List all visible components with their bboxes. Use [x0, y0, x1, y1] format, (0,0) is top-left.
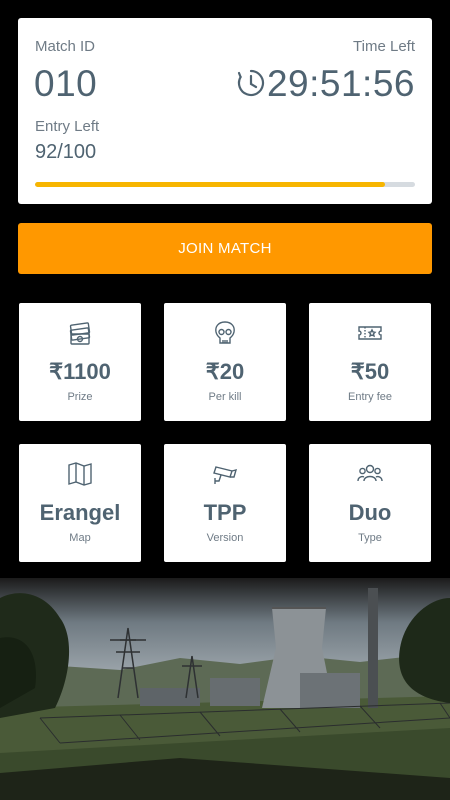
- money-stack-icon: [19, 320, 141, 346]
- entry-fee-tile: ₹50 Entry fee: [309, 303, 431, 421]
- prize-tile: ₹1100 Prize: [19, 303, 141, 421]
- entry-fee-value: ₹50: [350, 359, 390, 384]
- time-left-value: 29:51:56: [266, 63, 415, 104]
- prize-caption: Prize: [67, 391, 93, 403]
- skull-icon: [164, 320, 286, 346]
- entry-progress-bar: [35, 182, 415, 187]
- entry-fee-caption: Entry fee: [347, 391, 393, 403]
- per-kill-tile: ₹20 Per kill: [164, 303, 286, 421]
- ticket-icon: [309, 320, 431, 346]
- entry-progress-fill: [35, 182, 385, 187]
- type-caption: Type: [358, 532, 382, 544]
- entry-left-label: Entry Left: [35, 118, 100, 135]
- camera-icon: [164, 461, 286, 487]
- type-value: Duo: [348, 500, 392, 525]
- entry-left-value: 92/100: [35, 141, 97, 163]
- type-tile: Duo Type: [309, 444, 431, 562]
- prize-value: ₹1100: [49, 359, 111, 384]
- time-left-label: Time Left: [353, 38, 415, 55]
- clock-icon: [236, 68, 266, 98]
- map-icon: [19, 461, 141, 487]
- version-caption: Version: [206, 532, 244, 544]
- group-icon: [309, 461, 431, 487]
- version-value: TPP: [203, 500, 247, 525]
- match-id-label: Match ID: [35, 38, 96, 55]
- per-kill-value: ₹20: [205, 359, 245, 384]
- map-caption: Map: [69, 532, 91, 544]
- map-scene-image: [0, 578, 450, 800]
- match-info-card: Match ID 010 Time Left 29:51:56 Entry Le…: [18, 18, 432, 204]
- map-value: Erangel: [39, 500, 121, 525]
- map-tile: Erangel Map: [19, 444, 141, 562]
- per-kill-caption: Per kill: [208, 391, 242, 403]
- match-id-value: 010: [34, 63, 98, 104]
- join-match-button[interactable]: JOIN MATCH: [18, 223, 432, 274]
- version-tile: TPP Version: [164, 444, 286, 562]
